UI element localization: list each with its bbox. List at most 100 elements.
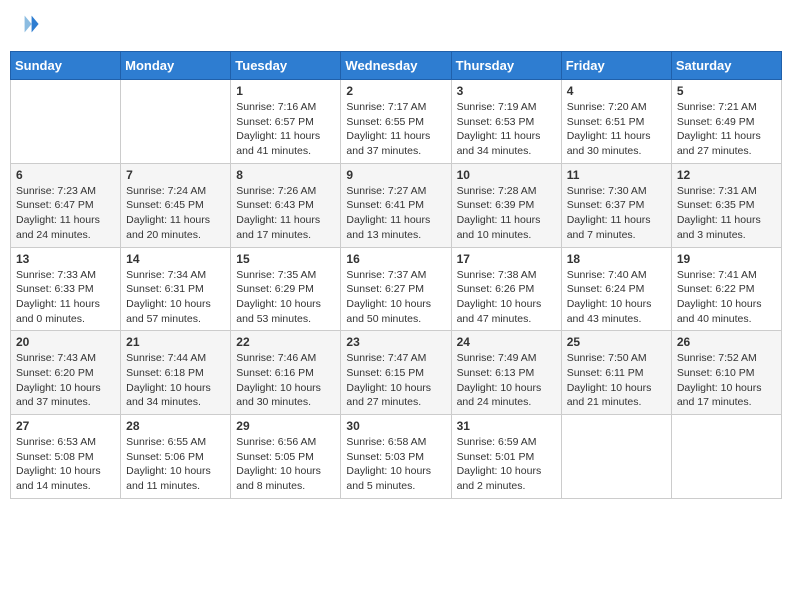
weekday-header-thursday: Thursday <box>451 52 561 80</box>
calendar-cell <box>561 415 671 499</box>
day-info: Sunrise: 7:19 AMSunset: 6:53 PMDaylight:… <box>457 100 556 159</box>
calendar-cell: 14 Sunrise: 7:34 AMSunset: 6:31 PMDayligh… <box>121 247 231 331</box>
calendar-cell: 24Sunrise: 7:49 AMSunset: 6:13 PMDayligh… <box>451 331 561 415</box>
calendar-cell: 5 Sunrise: 7:21 AMSunset: 6:49 PMDaylight… <box>671 80 781 164</box>
calendar-cell: 30 Sunrise: 6:58 AMSunset: 5:03 PMDayligh… <box>341 415 451 499</box>
day-info: Sunrise: 7:46 AMSunset: 6:16 PMDaylight:… <box>236 351 335 410</box>
calendar-cell: 15 Sunrise: 7:35 AMSunset: 6:29 PMDayligh… <box>231 247 341 331</box>
day-number: 7 <box>126 168 225 182</box>
day-number: 11 <box>567 168 666 182</box>
day-number: 6 <box>16 168 115 182</box>
calendar-cell <box>11 80 121 164</box>
day-info: Sunrise: 7:44 AMSunset: 6:18 PMDaylight:… <box>126 351 225 410</box>
calendar-cell: 21 Sunrise: 7:44 AMSunset: 6:18 PMDayligh… <box>121 331 231 415</box>
day-info: Sunrise: 7:20 AMSunset: 6:51 PMDaylight:… <box>567 100 666 159</box>
day-info: Sunrise: 6:55 AMSunset: 5:06 PMDaylight:… <box>126 435 225 494</box>
week-row-0: 1 Sunrise: 7:16 AMSunset: 6:57 PMDaylight… <box>11 80 782 164</box>
day-number: 26 <box>677 335 776 349</box>
day-number: 13 <box>16 252 115 266</box>
weekday-header-tuesday: Tuesday <box>231 52 341 80</box>
weekday-header-row: SundayMondayTuesdayWednesdayThursdayFrid… <box>11 52 782 80</box>
calendar-cell: 3 Sunrise: 7:19 AMSunset: 6:53 PMDaylight… <box>451 80 561 164</box>
day-info: Sunrise: 7:35 AMSunset: 6:29 PMDaylight:… <box>236 268 335 327</box>
day-number: 1 <box>236 84 335 98</box>
day-info: Sunrise: 7:34 AMSunset: 6:31 PMDaylight:… <box>126 268 225 327</box>
day-info: Sunrise: 6:53 AMSunset: 5:08 PMDaylight:… <box>16 435 115 494</box>
calendar-cell: 7Sunrise: 7:24 AMSunset: 6:45 PMDaylight… <box>121 163 231 247</box>
day-info: Sunrise: 7:37 AMSunset: 6:27 PMDaylight:… <box>346 268 445 327</box>
day-info: Sunrise: 7:21 AMSunset: 6:49 PMDaylight:… <box>677 100 776 159</box>
calendar-cell: 17 Sunrise: 7:38 AMSunset: 6:26 PMDayligh… <box>451 247 561 331</box>
day-number: 2 <box>346 84 445 98</box>
day-number: 8 <box>236 168 335 182</box>
day-number: 17 <box>457 252 556 266</box>
day-info: Sunrise: 7:41 AMSunset: 6:22 PMDaylight:… <box>677 268 776 327</box>
day-number: 24 <box>457 335 556 349</box>
calendar-cell: 25 Sunrise: 7:50 AMSunset: 6:11 PMDayligh… <box>561 331 671 415</box>
calendar-cell: 9 Sunrise: 7:27 AMSunset: 6:41 PMDaylight… <box>341 163 451 247</box>
weekday-header-monday: Monday <box>121 52 231 80</box>
day-number: 9 <box>346 168 445 182</box>
day-info: Sunrise: 7:26 AMSunset: 6:43 PMDaylight:… <box>236 184 335 243</box>
calendar-cell: 12 Sunrise: 7:31 AMSunset: 6:35 PMDayligh… <box>671 163 781 247</box>
day-info: Sunrise: 7:17 AMSunset: 6:55 PMDaylight:… <box>346 100 445 159</box>
calendar-cell: 22 Sunrise: 7:46 AMSunset: 6:16 PMDayligh… <box>231 331 341 415</box>
logo <box>10 10 42 43</box>
day-number: 31 <box>457 419 556 433</box>
calendar-cell: 27 Sunrise: 6:53 AMSunset: 5:08 PMDayligh… <box>11 415 121 499</box>
weekday-header-wednesday: Wednesday <box>341 52 451 80</box>
day-info: Sunrise: 7:31 AMSunset: 6:35 PMDaylight:… <box>677 184 776 243</box>
week-row-3: 20Sunrise: 7:43 AMSunset: 6:20 PMDayligh… <box>11 331 782 415</box>
day-info: Sunrise: 7:16 AMSunset: 6:57 PMDaylight:… <box>236 100 335 159</box>
weekday-header-sunday: Sunday <box>11 52 121 80</box>
day-number: 22 <box>236 335 335 349</box>
day-number: 30 <box>346 419 445 433</box>
day-number: 21 <box>126 335 225 349</box>
calendar-cell: 4 Sunrise: 7:20 AMSunset: 6:51 PMDaylight… <box>561 80 671 164</box>
day-info: Sunrise: 7:28 AMSunset: 6:39 PMDaylight:… <box>457 184 556 243</box>
day-number: 5 <box>677 84 776 98</box>
calendar-cell: 28 Sunrise: 6:55 AMSunset: 5:06 PMDayligh… <box>121 415 231 499</box>
week-row-1: 6 Sunrise: 7:23 AMSunset: 6:47 PMDaylight… <box>11 163 782 247</box>
page-header <box>10 10 782 43</box>
day-number: 18 <box>567 252 666 266</box>
calendar-cell: 8 Sunrise: 7:26 AMSunset: 6:43 PMDaylight… <box>231 163 341 247</box>
day-number: 12 <box>677 168 776 182</box>
calendar-cell: 31 Sunrise: 6:59 AMSunset: 5:01 PMDayligh… <box>451 415 561 499</box>
calendar-table: SundayMondayTuesdayWednesdayThursdayFrid… <box>10 51 782 499</box>
weekday-header-friday: Friday <box>561 52 671 80</box>
day-number: 16 <box>346 252 445 266</box>
day-info: Sunrise: 6:58 AMSunset: 5:03 PMDaylight:… <box>346 435 445 494</box>
day-info: Sunrise: 7:50 AMSunset: 6:11 PMDaylight:… <box>567 351 666 410</box>
day-number: 14 <box>126 252 225 266</box>
calendar-cell: 19 Sunrise: 7:41 AMSunset: 6:22 PMDayligh… <box>671 247 781 331</box>
day-info: Sunrise: 7:38 AMSunset: 6:26 PMDaylight:… <box>457 268 556 327</box>
calendar-cell <box>671 415 781 499</box>
calendar-cell: 10 Sunrise: 7:28 AMSunset: 6:39 PMDayligh… <box>451 163 561 247</box>
calendar-cell: 18 Sunrise: 7:40 AMSunset: 6:24 PMDayligh… <box>561 247 671 331</box>
day-info: Sunrise: 7:43 AMSunset: 6:20 PMDaylight:… <box>16 351 115 410</box>
week-row-4: 27 Sunrise: 6:53 AMSunset: 5:08 PMDayligh… <box>11 415 782 499</box>
day-info: Sunrise: 7:23 AMSunset: 6:47 PMDaylight:… <box>16 184 115 243</box>
calendar-cell <box>121 80 231 164</box>
day-info: Sunrise: 7:52 AMSunset: 6:10 PMDaylight:… <box>677 351 776 410</box>
week-row-2: 13Sunrise: 7:33 AMSunset: 6:33 PMDayligh… <box>11 247 782 331</box>
day-info: Sunrise: 6:56 AMSunset: 5:05 PMDaylight:… <box>236 435 335 494</box>
day-number: 3 <box>457 84 556 98</box>
day-number: 19 <box>677 252 776 266</box>
logo-icon <box>12 10 40 38</box>
day-number: 10 <box>457 168 556 182</box>
day-info: Sunrise: 7:30 AMSunset: 6:37 PMDaylight:… <box>567 184 666 243</box>
calendar-cell: 13Sunrise: 7:33 AMSunset: 6:33 PMDayligh… <box>11 247 121 331</box>
day-info: Sunrise: 6:59 AMSunset: 5:01 PMDaylight:… <box>457 435 556 494</box>
day-number: 25 <box>567 335 666 349</box>
day-number: 15 <box>236 252 335 266</box>
day-number: 27 <box>16 419 115 433</box>
day-number: 4 <box>567 84 666 98</box>
calendar-cell: 23Sunrise: 7:47 AMSunset: 6:15 PMDayligh… <box>341 331 451 415</box>
day-number: 28 <box>126 419 225 433</box>
calendar-cell: 16 Sunrise: 7:37 AMSunset: 6:27 PMDayligh… <box>341 247 451 331</box>
day-info: Sunrise: 7:40 AMSunset: 6:24 PMDaylight:… <box>567 268 666 327</box>
calendar-cell: 29Sunrise: 6:56 AMSunset: 5:05 PMDayligh… <box>231 415 341 499</box>
day-info: Sunrise: 7:27 AMSunset: 6:41 PMDaylight:… <box>346 184 445 243</box>
